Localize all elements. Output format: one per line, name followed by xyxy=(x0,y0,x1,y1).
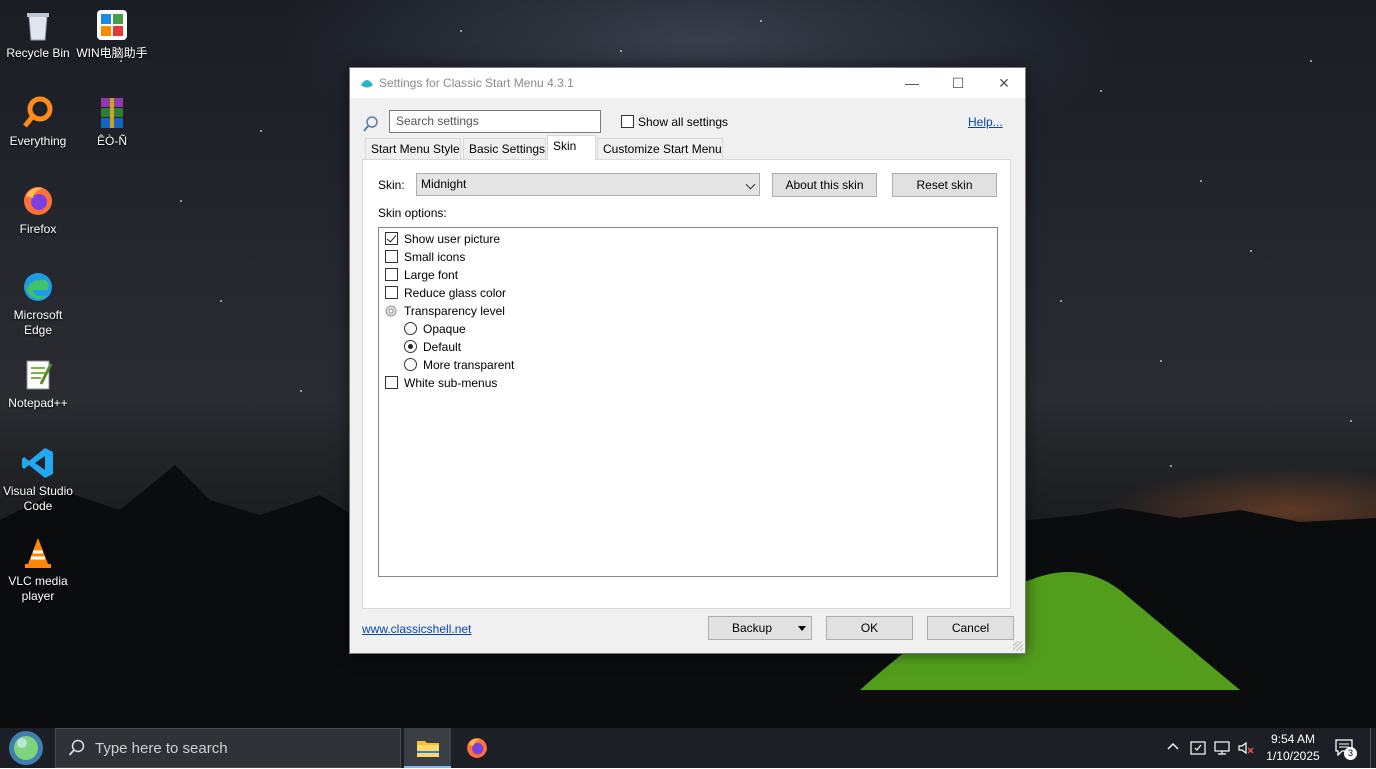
desktop-icon-winrar[interactable]: ÊÒ-Ñ xyxy=(74,96,150,149)
chevron-down-icon xyxy=(745,179,756,190)
option-label: Show user picture xyxy=(404,232,501,246)
option-label: Default xyxy=(423,340,462,354)
desktop-icon-recycle-bin[interactable]: Recycle Bin xyxy=(0,8,76,61)
vscode-icon xyxy=(21,446,55,480)
edge-icon xyxy=(21,270,55,304)
window-title: Settings for Classic Start Menu 4.3.1 xyxy=(379,76,574,90)
ok-button[interactable]: OK xyxy=(826,616,913,640)
option-checkbox[interactable] xyxy=(385,268,398,281)
desktop-icon-everything[interactable]: Everything xyxy=(0,96,76,149)
desktop-icon-label: Notepad++ xyxy=(8,396,68,410)
desktop-icon-label: WIN电脑助手 xyxy=(76,46,148,60)
desktop-icon-label: Everything xyxy=(9,134,67,148)
option-label: White sub-menus xyxy=(404,376,498,390)
skin-label: Skin: xyxy=(378,178,405,192)
desktop-icon-label: Microsoft Edge xyxy=(13,308,63,337)
notepadpp-icon xyxy=(21,358,55,392)
backup-button-label: Backup xyxy=(732,621,773,635)
search-settings-input[interactable]: Search settings xyxy=(389,110,601,133)
option-checkbox[interactable] xyxy=(385,286,398,299)
clock-date[interactable]: 1/10/2025 xyxy=(1258,749,1328,763)
clock-time[interactable]: 9:54 AM xyxy=(1258,732,1328,746)
skin-dropdown[interactable]: Midnight xyxy=(416,173,760,196)
reset-skin-button[interactable]: Reset skin xyxy=(892,173,997,197)
option-checkbox[interactable] xyxy=(385,250,398,263)
settings-window: Settings for Classic Start Menu 4.3.1 — … xyxy=(349,67,1026,654)
firefox-icon xyxy=(467,738,487,758)
show-desktop-button[interactable] xyxy=(1370,728,1376,768)
skin-tab-panel: Skin: Midnight About this skin Reset ski… xyxy=(362,159,1011,609)
firefox-icon xyxy=(21,184,55,218)
search-icon xyxy=(68,739,86,757)
title-bar[interactable]: Settings for Classic Start Menu 4.3.1 — … xyxy=(350,68,1025,98)
search-icon xyxy=(362,115,380,133)
minimize-button[interactable]: — xyxy=(889,68,935,98)
notification-count-badge: 3 xyxy=(1344,747,1357,760)
about-skin-button[interactable]: About this skin xyxy=(772,173,877,197)
notification-center-button[interactable]: 3 xyxy=(1334,738,1357,760)
tab-start-menu-style[interactable]: Start Menu Style xyxy=(365,138,461,159)
option-radio[interactable] xyxy=(404,358,417,371)
cancel-button[interactable]: Cancel xyxy=(927,616,1014,640)
desktop-icon-label: Firefox xyxy=(19,222,57,236)
show-all-settings-label: Show all settings xyxy=(638,115,729,129)
settings-group-icon xyxy=(384,304,398,318)
dropdown-arrow-icon xyxy=(798,626,806,631)
desktop-icon-label: Visual Studio Code xyxy=(3,484,73,513)
start-button[interactable] xyxy=(7,730,45,766)
skin-options-label: Skin options: xyxy=(378,206,447,220)
option-label: Reduce glass color xyxy=(404,286,507,300)
option-label: Small icons xyxy=(404,250,466,264)
vlc-icon xyxy=(21,536,55,570)
desktop-icon-label: VLC media player xyxy=(8,574,68,603)
option-checkbox[interactable] xyxy=(385,232,398,245)
desktop-icon-vscode[interactable]: Visual Studio Code xyxy=(0,446,76,514)
maximize-button[interactable]: ☐ xyxy=(935,68,981,98)
skin-options-list: Show user picture Small icons Large font… xyxy=(378,227,998,577)
tab-customize-start-menu[interactable]: Customize Start Menu xyxy=(597,138,723,159)
desktop-icon-notepadpp[interactable]: Notepad++ xyxy=(0,358,76,411)
tab-basic-settings[interactable]: Basic Settings xyxy=(463,138,546,159)
file-explorer-icon xyxy=(417,741,439,757)
winrar-icon xyxy=(95,96,129,130)
close-button[interactable]: ✕ xyxy=(981,68,1027,98)
desktop-icon-win-assistant[interactable]: WIN电脑助手 xyxy=(74,8,150,61)
win-assistant-icon xyxy=(95,8,129,42)
security-tray-icon[interactable] xyxy=(1189,739,1207,757)
classicshell-website-link[interactable]: www.classicshell.net xyxy=(362,622,471,636)
taskbar-firefox[interactable] xyxy=(455,728,500,768)
chevron-up-icon[interactable] xyxy=(1166,740,1180,754)
show-all-settings-checkbox[interactable] xyxy=(621,115,634,128)
recycle-bin-icon xyxy=(21,8,55,42)
volume-muted-icon[interactable] xyxy=(1237,739,1255,757)
desktop-icon-label: Recycle Bin xyxy=(6,46,70,60)
taskbar: Type here to search 9:54 AM 1/10/2025 3 xyxy=(0,728,1376,768)
desktop-icon-vlc[interactable]: VLC media player xyxy=(0,536,76,604)
help-link[interactable]: Help... xyxy=(968,115,1003,129)
taskbar-search-box[interactable]: Type here to search xyxy=(55,728,401,768)
network-icon[interactable] xyxy=(1213,739,1231,757)
option-label: Large font xyxy=(404,268,459,282)
option-radio[interactable] xyxy=(404,340,417,353)
option-label: More transparent xyxy=(423,358,515,372)
classic-shell-icon xyxy=(359,75,375,91)
tab-skin[interactable]: Skin xyxy=(547,135,596,160)
desktop-icon-label: ÊÒ-Ñ xyxy=(97,134,127,148)
backup-button[interactable]: Backup xyxy=(708,616,812,640)
option-checkbox[interactable] xyxy=(385,376,398,389)
option-label: Transparency level xyxy=(404,304,505,318)
option-radio[interactable] xyxy=(404,322,417,335)
desktop-icon-edge[interactable]: Microsoft Edge xyxy=(0,270,76,338)
everything-icon xyxy=(21,96,55,130)
desktop-icon-firefox[interactable]: Firefox xyxy=(0,184,76,237)
option-label: Opaque xyxy=(423,322,466,336)
skin-dropdown-value: Midnight xyxy=(421,177,467,191)
taskbar-search-placeholder: Type here to search xyxy=(95,740,228,757)
taskbar-file-explorer[interactable] xyxy=(404,728,451,768)
resize-grip[interactable] xyxy=(1013,641,1023,651)
start-orb-icon xyxy=(9,731,43,765)
